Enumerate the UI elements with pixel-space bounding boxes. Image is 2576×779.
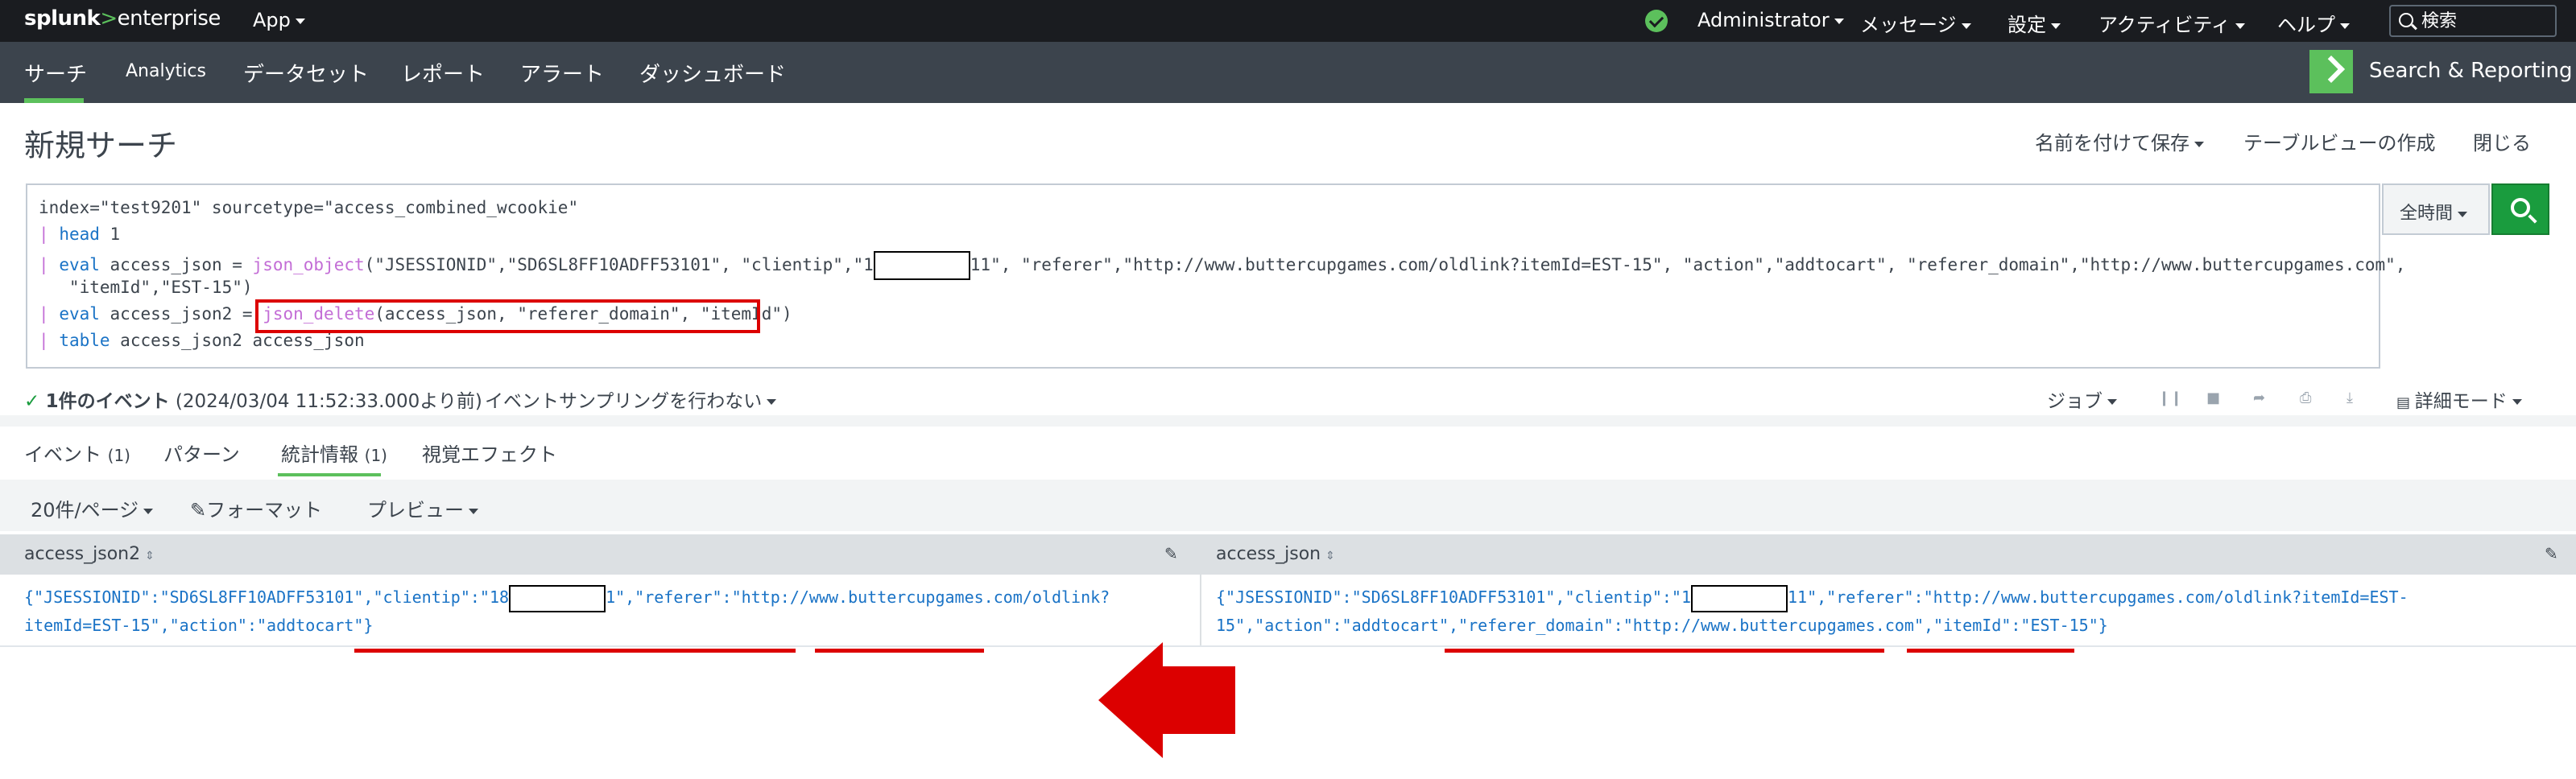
app-bar: サーチ Analytics データセット レポート アラート ダッシュボード S…: [0, 42, 2576, 103]
job-menu[interactable]: ジョブ: [2047, 385, 2117, 413]
chevron-down-icon: [143, 508, 154, 514]
annotation-underline: [354, 649, 796, 653]
nav-analytics[interactable]: Analytics: [126, 61, 206, 81]
query-line: index="test9201" sourcetype="access_comb…: [39, 198, 579, 217]
annotation-arrow-icon: [1098, 642, 1235, 758]
search-icon: [2399, 13, 2413, 27]
annotation-underline: [1445, 649, 1884, 653]
row-separator: [0, 645, 2576, 647]
column-header-access-json[interactable]: access_json ⇕: [1216, 544, 1335, 564]
chevron-down-icon: [469, 508, 478, 514]
export-icon[interactable]: ⤓: [2347, 390, 2361, 406]
annotation-highlight-box: [255, 299, 760, 333]
splunk-logo[interactable]: splunk>enterprise: [24, 6, 221, 31]
save-as-menu[interactable]: 名前を付けて保存: [2035, 127, 2204, 155]
preview-menu[interactable]: プレビュー: [367, 494, 478, 522]
global-search-input[interactable]: [2421, 9, 2550, 33]
chevron-down-icon: [767, 399, 777, 405]
user-menu[interactable]: Administrator: [1697, 9, 1844, 31]
sampling-menu[interactable]: イベントサンプリングを行わない: [485, 385, 777, 413]
redaction-box: [509, 584, 606, 612]
health-status-icon[interactable]: [1645, 10, 1668, 32]
redaction-box: [1691, 584, 1788, 612]
share-icon[interactable]: ➦: [2253, 390, 2268, 406]
chevron-down-icon: [2051, 23, 2061, 29]
pause-icon[interactable]: ❙❙: [2158, 390, 2182, 406]
edit-column-icon[interactable]: ✎: [1164, 544, 1178, 563]
query-line: | eval access_json = json_object("JSESSI…: [39, 251, 2405, 280]
redaction-box: [873, 251, 970, 280]
app-icon: [2309, 50, 2353, 93]
table-cell-access-json[interactable]: {"JSESSIONID":"SD6SL8FF10ADFF53101","cli…: [1216, 584, 2409, 639]
chevron-down-icon: [1834, 18, 1844, 24]
close-button[interactable]: 閉じる: [2473, 127, 2531, 155]
create-table-view-button[interactable]: テーブルビューの作成: [2243, 127, 2436, 155]
tab-events[interactable]: イベント (1): [24, 439, 130, 467]
chevron-down-icon: [2512, 399, 2522, 405]
query-line: "itemId","EST-15"): [39, 278, 253, 297]
messages-menu[interactable]: メッセージ: [1860, 9, 1971, 37]
settings-menu[interactable]: 設定: [2007, 9, 2061, 37]
tab-visualization[interactable]: 視覚エフェクト: [422, 439, 557, 467]
global-header: splunk>enterprise App Administrator メッセー…: [0, 0, 2576, 42]
time-range-picker[interactable]: 全時間: [2382, 183, 2490, 235]
stop-icon[interactable]: ■: [2206, 390, 2221, 406]
nav-alerts[interactable]: アラート: [520, 58, 604, 88]
table-header: access_json2 ⇕ ✎ access_json ⇕ ✎: [0, 534, 2576, 575]
format-menu[interactable]: ✎フォーマット: [190, 494, 322, 522]
query-line: | table access_json2 access_json: [39, 331, 365, 350]
pencil-icon: ✎: [190, 499, 207, 521]
print-icon[interactable]: ⎙: [2300, 390, 2314, 406]
chevron-down-icon: [2107, 399, 2117, 405]
table-cell-access-json2[interactable]: {"JSESSIONID":"SD6SL8FF10ADFF53101","cli…: [24, 584, 1110, 639]
event-count: ✓ 1件のイベント (2024/03/04 11:52:33.000より前): [24, 391, 482, 412]
chevron-down-icon: [295, 18, 305, 24]
page-title: 新規サーチ: [24, 128, 178, 163]
chevron-down-icon: [2194, 141, 2204, 147]
nav-reports[interactable]: レポート: [401, 58, 485, 88]
help-menu[interactable]: ヘルプ: [2277, 9, 2350, 37]
results-toolbar: 20件/ページ ✎フォーマット プレビュー: [0, 480, 2576, 531]
sort-icon[interactable]: ⇕: [1325, 550, 1335, 563]
app-title[interactable]: Search & Reporting: [2369, 59, 2573, 83]
nav-search[interactable]: サーチ: [24, 58, 87, 88]
run-search-button[interactable]: [2491, 183, 2549, 235]
search-query-editor[interactable]: index="test9201" sourcetype="access_comb…: [26, 183, 2405, 369]
edit-column-icon[interactable]: ✎: [2545, 544, 2558, 563]
tab-patterns[interactable]: パターン: [163, 439, 240, 467]
mode-icon: ▤: [2396, 394, 2415, 411]
column-header-access-json2[interactable]: access_json2 ⇕: [24, 544, 155, 564]
chevron-down-icon: [2458, 211, 2468, 217]
results-tabs: イベント (1) パターン 統計情報 (1) 視覚エフェクト: [0, 427, 2576, 478]
sort-icon[interactable]: ⇕: [145, 550, 155, 563]
query-line: | head 1: [39, 225, 121, 244]
annotation-underline: [815, 649, 984, 653]
search-icon: [2511, 198, 2530, 217]
active-nav-indicator: [24, 98, 84, 103]
global-search[interactable]: [2389, 5, 2557, 37]
active-tab-indicator: [278, 473, 381, 476]
nav-dashboards[interactable]: ダッシュボード: [639, 58, 786, 88]
chevron-down-icon: [1961, 23, 1971, 29]
annotation-underline: [1907, 649, 2074, 653]
activity-menu[interactable]: アクティビティ: [2098, 9, 2245, 37]
chevron-down-icon: [2340, 23, 2350, 29]
check-icon: ✓: [24, 391, 40, 412]
nav-datasets[interactable]: データセット: [243, 58, 369, 88]
job-status-bar: ✓ 1件のイベント (2024/03/04 11:52:33.000より前) イ…: [0, 378, 2576, 414]
per-page-menu[interactable]: 20件/ページ: [31, 494, 154, 522]
tab-statistics[interactable]: 統計情報 (1): [281, 439, 387, 467]
search-mode-menu[interactable]: ▤ 詳細モード: [2396, 385, 2522, 413]
app-menu[interactable]: App: [253, 9, 305, 31]
chevron-down-icon: [2235, 23, 2245, 29]
column-divider: [1200, 534, 1201, 647]
